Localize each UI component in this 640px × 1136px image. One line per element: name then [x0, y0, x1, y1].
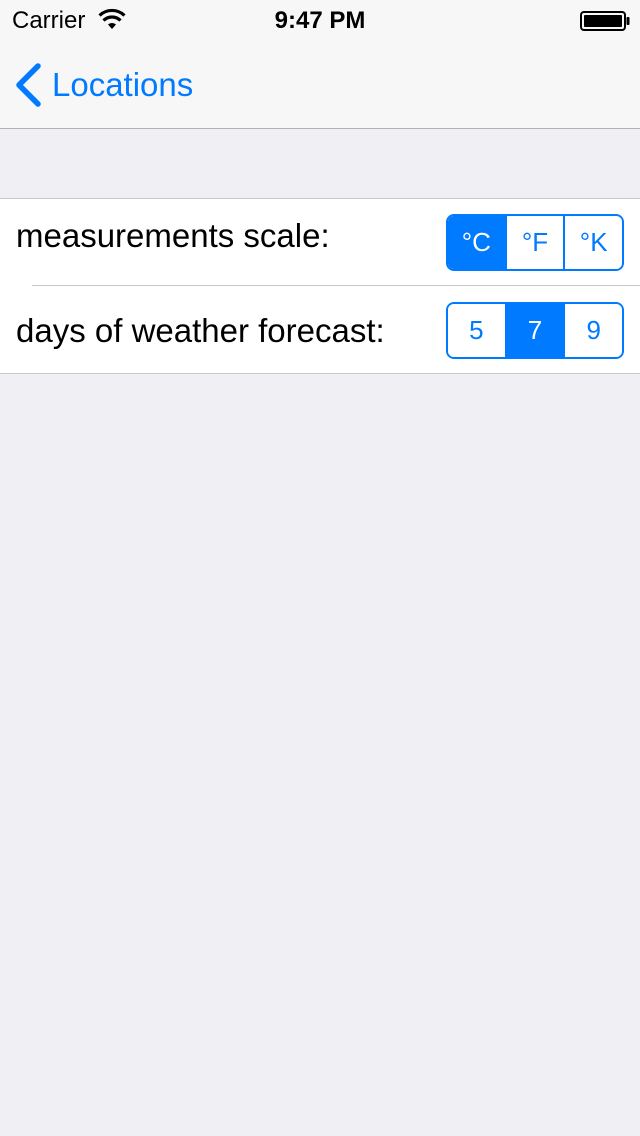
segment-fahrenheit[interactable]: °F: [504, 216, 564, 269]
forecast-days-label: days of weather forecast:: [16, 312, 385, 349]
measurement-scale-label: measurements scale:: [16, 217, 330, 254]
measurement-scale-control: °C °F °K: [446, 214, 624, 271]
segment-5-days[interactable]: 5: [448, 304, 505, 357]
measurement-scale-row: measurements scale: °C °F °K: [0, 199, 640, 286]
segment-kelvin[interactable]: °K: [563, 216, 622, 269]
segment-9-days[interactable]: 9: [563, 304, 622, 357]
forecast-days-control: 5 7 9: [446, 302, 624, 359]
status-bar: Carrier 9:47 PM: [0, 0, 640, 40]
settings-group: measurements scale: °C °F °K days of wea…: [0, 198, 640, 374]
navigation-bar: Locations: [0, 40, 640, 129]
segment-celsius[interactable]: °C: [448, 216, 505, 269]
forecast-days-row: days of weather forecast: 5 7 9: [0, 286, 640, 373]
segment-7-days[interactable]: 7: [504, 304, 564, 357]
clock: 9:47 PM: [274, 7, 366, 34]
chevron-left-icon: [16, 63, 41, 107]
back-button[interactable]: Locations: [14, 62, 193, 108]
battery-icon: [580, 11, 630, 31]
back-button-label: Locations: [52, 66, 194, 103]
